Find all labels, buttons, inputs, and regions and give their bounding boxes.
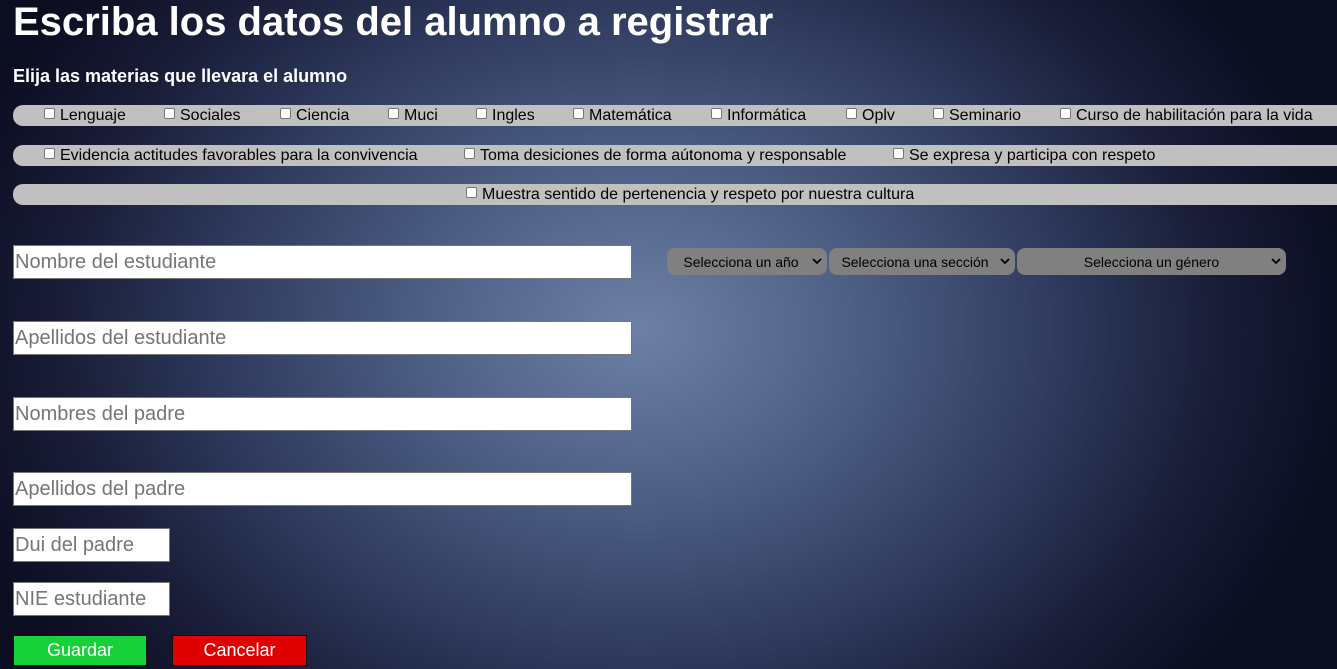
subject-checkbox-informatica[interactable]: Informática bbox=[711, 105, 806, 126]
checkbox[interactable] bbox=[464, 148, 475, 159]
subject-label: Muci bbox=[404, 106, 438, 124]
year-select[interactable]: Selecciona un año bbox=[667, 248, 827, 275]
checkbox[interactable] bbox=[164, 108, 175, 119]
subject-label: Evidencia actitudes favorables para la c… bbox=[60, 146, 418, 164]
save-button[interactable]: Guardar bbox=[13, 635, 147, 666]
subject-label: Ingles bbox=[492, 106, 535, 124]
subject-label: Muestra sentido de pertenencia y respeto… bbox=[482, 185, 915, 203]
father-lastname-input[interactable] bbox=[13, 472, 632, 506]
subject-label: Matemática bbox=[589, 106, 672, 124]
chevron-down-icon bbox=[1000, 258, 1010, 265]
cancel-button[interactable]: Cancelar bbox=[172, 635, 307, 666]
checkbox[interactable] bbox=[44, 108, 55, 119]
subject-checkbox-curso-habilitacion[interactable]: Curso de habilitación para la vida bbox=[1060, 105, 1313, 126]
checkbox[interactable] bbox=[280, 108, 291, 119]
checkbox[interactable] bbox=[466, 187, 477, 198]
subject-checkbox-matematica[interactable]: Matemática bbox=[573, 105, 672, 126]
year-select-value: Selecciona un año bbox=[683, 253, 799, 270]
checkbox[interactable] bbox=[388, 108, 399, 119]
subjects-row-3: Muestra sentido de pertenencia y respeto… bbox=[13, 184, 1337, 205]
subject-label: Toma desiciones de forma aútonoma y resp… bbox=[480, 146, 847, 164]
subject-checkbox-seminario[interactable]: Seminario bbox=[933, 105, 1021, 126]
subject-label: Ciencia bbox=[296, 106, 350, 124]
subject-checkbox-cultura[interactable]: Muestra sentido de pertenencia y respeto… bbox=[466, 184, 914, 205]
chevron-down-icon bbox=[812, 258, 822, 265]
checkbox[interactable] bbox=[893, 148, 904, 159]
subject-checkbox-respeto[interactable]: Se expresa y participa con respeto bbox=[893, 145, 1155, 166]
subject-checkbox-ingles[interactable]: Ingles bbox=[476, 105, 535, 126]
checkbox[interactable] bbox=[573, 108, 584, 119]
dui-input[interactable] bbox=[13, 528, 170, 562]
checkbox[interactable] bbox=[44, 148, 55, 159]
subject-label: Seminario bbox=[949, 106, 1022, 124]
subject-checkbox-lenguaje[interactable]: Lenguaje bbox=[44, 105, 126, 126]
checkbox[interactable] bbox=[933, 108, 944, 119]
subject-checkbox-ciencia[interactable]: Ciencia bbox=[280, 105, 349, 126]
checkbox[interactable] bbox=[846, 108, 857, 119]
section-select[interactable]: Selecciona una sección bbox=[829, 248, 1015, 275]
student-lastname-input[interactable] bbox=[13, 321, 632, 355]
checkbox[interactable] bbox=[476, 108, 487, 119]
nie-input[interactable] bbox=[13, 582, 170, 616]
subject-label: Curso de habilitación para la vida bbox=[1076, 106, 1313, 124]
father-name-input[interactable] bbox=[13, 397, 632, 431]
subject-label: Lenguaje bbox=[60, 106, 126, 124]
checkbox[interactable] bbox=[1060, 108, 1071, 119]
subject-label: Se expresa y participa con respeto bbox=[909, 146, 1156, 164]
subject-label: Informática bbox=[727, 106, 807, 124]
chevron-down-icon bbox=[1271, 258, 1281, 265]
gender-select-value: Selecciona un género bbox=[1083, 253, 1220, 270]
subject-checkbox-sociales[interactable]: Sociales bbox=[164, 105, 240, 126]
subject-label: Oplv bbox=[862, 106, 895, 124]
section-select-value: Selecciona una sección bbox=[841, 253, 989, 270]
subject-checkbox-muci[interactable]: Muci bbox=[388, 105, 438, 126]
student-name-input[interactable] bbox=[13, 245, 632, 279]
gender-select[interactable]: Selecciona un género bbox=[1017, 248, 1286, 275]
subjects-subtitle: Elija las materias que llevara el alumno bbox=[13, 66, 348, 86]
subject-checkbox-convivencia[interactable]: Evidencia actitudes favorables para la c… bbox=[44, 145, 418, 166]
subject-checkbox-autonoma[interactable]: Toma desiciones de forma aútonoma y resp… bbox=[464, 145, 846, 166]
subject-label: Sociales bbox=[180, 106, 241, 124]
subjects-row-2: Evidencia actitudes favorables para la c… bbox=[13, 145, 1337, 166]
checkbox[interactable] bbox=[711, 108, 722, 119]
page-title: Escriba los datos del alumno a registrar bbox=[13, 0, 774, 44]
subject-checkbox-oplv[interactable]: Oplv bbox=[846, 105, 895, 126]
subjects-row-1: Lenguaje Sociales Ciencia Muci Ingles Ma… bbox=[13, 105, 1337, 126]
